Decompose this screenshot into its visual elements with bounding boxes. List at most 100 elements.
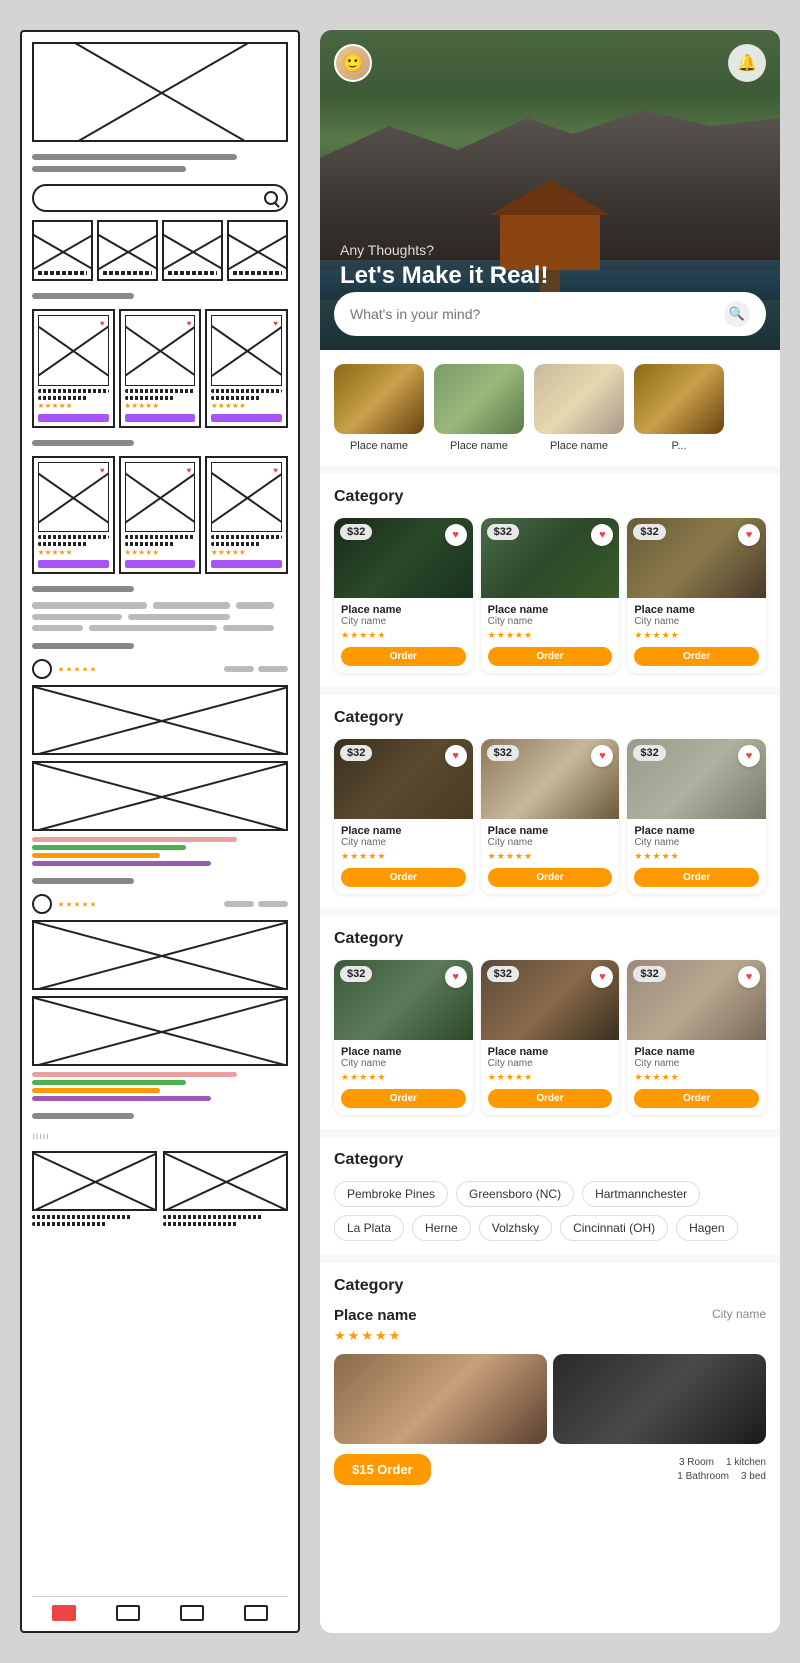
wf-product-img: ♥	[211, 315, 282, 386]
order-button[interactable]: Order	[341, 647, 466, 666]
place-thumb[interactable]: Place name	[534, 364, 624, 452]
place-thumb-label: Place name	[350, 440, 408, 452]
wf-big-img	[32, 920, 288, 990]
place-thumb[interactable]: P...	[634, 364, 724, 452]
tag[interactable]: Volzhsky	[479, 1215, 552, 1241]
cat-card[interactable]: $32 ♥ Place name City name ★ ★ ★ ★ ★	[334, 960, 473, 1115]
star: ★	[643, 630, 651, 641]
star: ★	[350, 630, 358, 641]
cat-card[interactable]: $32 ♥ Place name City name ★ ★ ★ ★ ★	[334, 518, 473, 673]
wf-thumb	[227, 220, 288, 281]
search-input[interactable]	[350, 306, 716, 322]
place-thumb-label: P...	[671, 440, 686, 452]
tag[interactable]: Pembroke Pines	[334, 1181, 448, 1207]
wf-2col-item	[163, 1151, 288, 1226]
tag[interactable]: Hartmannchester	[582, 1181, 700, 1207]
wf-btn[interactable]	[125, 414, 196, 422]
place-thumb[interactable]: Place name	[334, 364, 424, 452]
stars-row: ★ ★ ★ ★ ★	[341, 1072, 466, 1083]
wf-nav-home[interactable]	[52, 1605, 76, 1621]
favorite-button[interactable]: ♥	[591, 745, 613, 767]
order-button[interactable]: Order	[488, 1089, 613, 1108]
cat-card[interactable]: $32 ♥ Place name City name ★ ★ ★ ★ ★	[627, 518, 766, 673]
detail-order-button[interactable]: $15 Order	[334, 1454, 431, 1485]
cat-card[interactable]: $32 ♥ Place name City name ★ ★ ★ ★ ★	[481, 739, 620, 894]
wf-btn[interactable]	[211, 560, 282, 568]
order-button[interactable]: Order	[488, 868, 613, 887]
tag[interactable]: Herne	[412, 1215, 471, 1241]
wf-btn[interactable]	[38, 560, 109, 568]
notification-bell[interactable]: 🔔	[728, 44, 766, 82]
star: ★	[524, 630, 532, 641]
order-button[interactable]: Order	[634, 868, 759, 887]
price-badge: $32	[487, 524, 519, 540]
place-thumb[interactable]: Place name	[434, 364, 524, 452]
wf-line	[32, 154, 237, 160]
wf-btn[interactable]	[211, 414, 282, 422]
wf-product-card: ♥	[119, 309, 202, 428]
favorite-button[interactable]: ♥	[738, 745, 760, 767]
favorite-button[interactable]: ♥	[445, 524, 467, 546]
search-icon[interactable]: 🔍	[724, 301, 750, 327]
stars-row: ★ ★ ★ ★ ★	[634, 1072, 759, 1083]
wf-btn[interactable]	[38, 414, 109, 422]
tag[interactable]: Greensboro (NC)	[456, 1181, 574, 1207]
heart-icon: ♥	[273, 466, 278, 475]
favorite-button[interactable]: ♥	[445, 745, 467, 767]
wf-color-bars	[32, 837, 288, 866]
favorite-button[interactable]: ♥	[738, 524, 760, 546]
card-image: $32 ♥	[481, 739, 620, 819]
hero-search-bar[interactable]: 🔍	[334, 292, 766, 336]
order-button[interactable]: Order	[341, 1089, 466, 1108]
wf-nav-profile[interactable]	[244, 1605, 268, 1621]
order-button[interactable]: Order	[341, 868, 466, 887]
card-image: $32 ♥	[334, 739, 473, 819]
favorite-button[interactable]: ♥	[591, 966, 613, 988]
tag[interactable]: La Plata	[334, 1215, 404, 1241]
order-button[interactable]: Order	[634, 1089, 759, 1108]
hero-title: Let's Make it Real!	[340, 262, 548, 290]
star: ★	[488, 630, 496, 641]
favorite-button[interactable]: ♥	[445, 966, 467, 988]
wf-review-header	[32, 894, 288, 914]
favorite-button[interactable]: ♥	[591, 524, 613, 546]
cat-card[interactable]: $32 ♥ Place name City name ★ ★ ★ ★ ★	[334, 739, 473, 894]
wf-nav-search[interactable]	[116, 1605, 140, 1621]
star: ★	[368, 630, 376, 641]
tags-wrap: Pembroke Pines Greensboro (NC) Hartmannc…	[334, 1181, 766, 1241]
wf-section-label	[32, 878, 134, 884]
cat-card[interactable]: $32 ♥ Place name City name ★ ★ ★ ★ ★	[627, 739, 766, 894]
wf-line	[153, 602, 230, 609]
card-body: Place name City name ★ ★ ★ ★ ★ Order	[627, 598, 766, 673]
avatar[interactable]: 🙂	[334, 44, 372, 82]
favorite-button[interactable]: ♥	[738, 966, 760, 988]
wf-review-section	[32, 659, 288, 866]
stars-row: ★ ★ ★ ★ ★	[488, 630, 613, 641]
wf-list-row	[32, 602, 288, 609]
detail-stars: ★ ★ ★ ★ ★	[334, 1328, 766, 1344]
order-button[interactable]: Order	[634, 647, 759, 666]
star: ★	[341, 630, 349, 641]
place-thumb-img	[534, 364, 624, 434]
cat-card[interactable]: $32 ♥ Place name City name ★ ★ ★ ★ ★	[627, 960, 766, 1115]
tag[interactable]: Hagen	[676, 1215, 737, 1241]
cat-card[interactable]: $32 ♥ Place name City name ★ ★ ★ ★ ★	[481, 960, 620, 1115]
wf-nav-saved[interactable]	[180, 1605, 204, 1621]
wf-line	[211, 396, 260, 400]
order-button[interactable]: Order	[488, 647, 613, 666]
cat-card[interactable]: $32 ♥ Place name City name ★ ★ ★ ★ ★	[481, 518, 620, 673]
star: ★	[671, 630, 679, 641]
wf-stars	[58, 901, 96, 907]
places-scroll[interactable]: Place name Place name Place name P...	[320, 350, 780, 466]
wf-bar	[32, 1088, 160, 1093]
app-panel: 🙂 🔔 Any Thoughts? Let's Make it Real! 🔍 …	[320, 30, 780, 1633]
wf-btn[interactable]	[125, 560, 196, 568]
tag[interactable]: Cincinnati (OH)	[560, 1215, 668, 1241]
wf-line	[125, 542, 174, 546]
detail-images	[334, 1354, 766, 1444]
city-name: City name	[488, 616, 613, 627]
wf-bar	[32, 1072, 237, 1077]
wf-search[interactable]	[32, 184, 288, 212]
category-section-1: Category $32 ♥ Place name City name ★ ★ …	[320, 474, 780, 687]
place-name: Place name	[488, 604, 613, 616]
